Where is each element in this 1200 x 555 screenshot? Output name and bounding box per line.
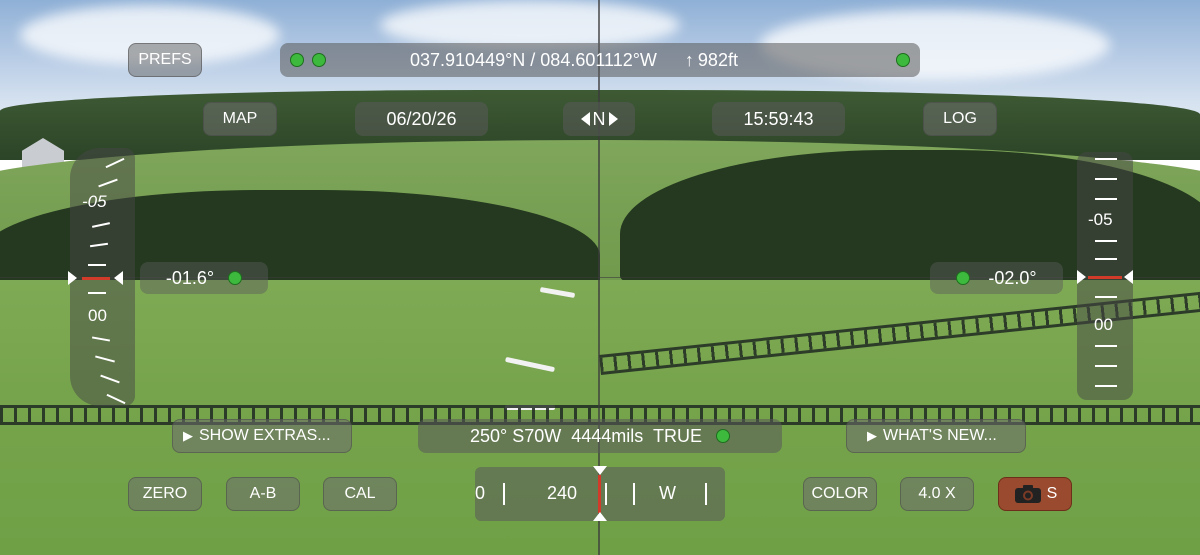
arrow-left-icon	[580, 112, 590, 126]
compass-tick	[605, 483, 607, 505]
scale-tick	[1095, 198, 1117, 200]
scale-label: -05	[82, 192, 107, 211]
camera-suffix: S	[1046, 485, 1058, 502]
map-button[interactable]: MAP	[203, 102, 277, 136]
coordinates: 037.910449°N / 084.601112°W	[410, 49, 657, 70]
scale-label: -05	[1088, 210, 1113, 229]
log-button[interactable]: LOG	[923, 102, 997, 136]
right-marker-arrow-icon	[1077, 270, 1086, 284]
heading-readout: 250° S70W 4444mils TRUE	[418, 419, 782, 453]
date: 06/20/26	[355, 102, 488, 136]
play-icon: ▶	[867, 428, 877, 443]
heading-value: 250° S70W 4444mils TRUE	[470, 425, 702, 446]
status-icon	[896, 53, 910, 67]
scale-tick	[1095, 365, 1117, 367]
zero-button[interactable]: ZERO	[128, 477, 202, 511]
show-extras-label: SHOW EXTRAS...	[199, 427, 331, 444]
cal-button[interactable]: CAL	[323, 477, 397, 511]
scale-tick	[1095, 385, 1117, 387]
whats-new-button[interactable]: ▶ WHAT'S NEW...	[846, 419, 1026, 453]
scale-tick	[1095, 158, 1117, 160]
scale-tick	[88, 264, 106, 266]
scale-tick	[1095, 345, 1117, 347]
compass-tick	[633, 483, 635, 505]
left-marker-arrow-icon	[114, 271, 123, 285]
right-inclination-value: -02.0°	[988, 267, 1037, 288]
north-label: N	[592, 108, 606, 129]
scale-tick	[1095, 296, 1117, 298]
compass-top-marker-icon	[593, 466, 607, 475]
left-marker-arrow-icon	[68, 271, 77, 285]
zoom-button[interactable]: 4.0 X	[900, 477, 974, 511]
camera-button[interactable]: S	[998, 477, 1072, 511]
compass-direction: W	[659, 483, 676, 503]
scale-label: 00	[1094, 315, 1113, 334]
altitude-arrow-icon: ↑	[684, 49, 694, 70]
right-marker-arrow-icon	[1124, 270, 1133, 284]
left-level-marker	[82, 277, 110, 280]
compass-heading-marker	[598, 475, 601, 513]
scale-label: 00	[88, 306, 107, 325]
altitude: 982ft	[697, 49, 738, 70]
north-indicator[interactable]: N	[563, 102, 635, 136]
compass-edge-label: 0	[475, 483, 486, 503]
compass-tick	[503, 483, 505, 505]
right-inclination-readout: -02.0°	[930, 262, 1063, 294]
left-inclination-value: -01.6°	[165, 267, 215, 288]
scale-tick	[88, 292, 106, 294]
level-status-icon	[228, 271, 243, 285]
scale-tick	[1095, 258, 1117, 260]
compass-tick	[705, 483, 707, 505]
location-bar: 037.910449°N / 084.601112°W ↑ 982ft	[280, 43, 920, 77]
compass-value: 240	[547, 483, 578, 503]
camera-icon	[1014, 485, 1041, 503]
arrow-right-icon	[608, 112, 618, 126]
compass-bottom-marker-icon	[593, 512, 607, 521]
play-icon: ▶	[183, 428, 193, 443]
scale-tick	[1095, 240, 1117, 242]
prefs-button[interactable]: PREFS	[128, 43, 202, 77]
gps-status-icon	[312, 53, 326, 67]
color-button[interactable]: COLOR	[803, 477, 877, 511]
left-inclination-readout: -01.6°	[140, 262, 268, 294]
scale-tick	[1095, 178, 1117, 180]
whats-new-label: WHAT'S NEW...	[883, 427, 997, 444]
gps-status-icon	[290, 53, 304, 67]
level-status-icon	[956, 271, 971, 285]
heading-status-icon	[715, 429, 730, 443]
show-extras-button[interactable]: ▶ SHOW EXTRAS...	[172, 419, 352, 453]
time: 15:59:43	[712, 102, 845, 136]
right-level-marker	[1088, 276, 1122, 279]
a-b-button[interactable]: A-B	[226, 477, 300, 511]
